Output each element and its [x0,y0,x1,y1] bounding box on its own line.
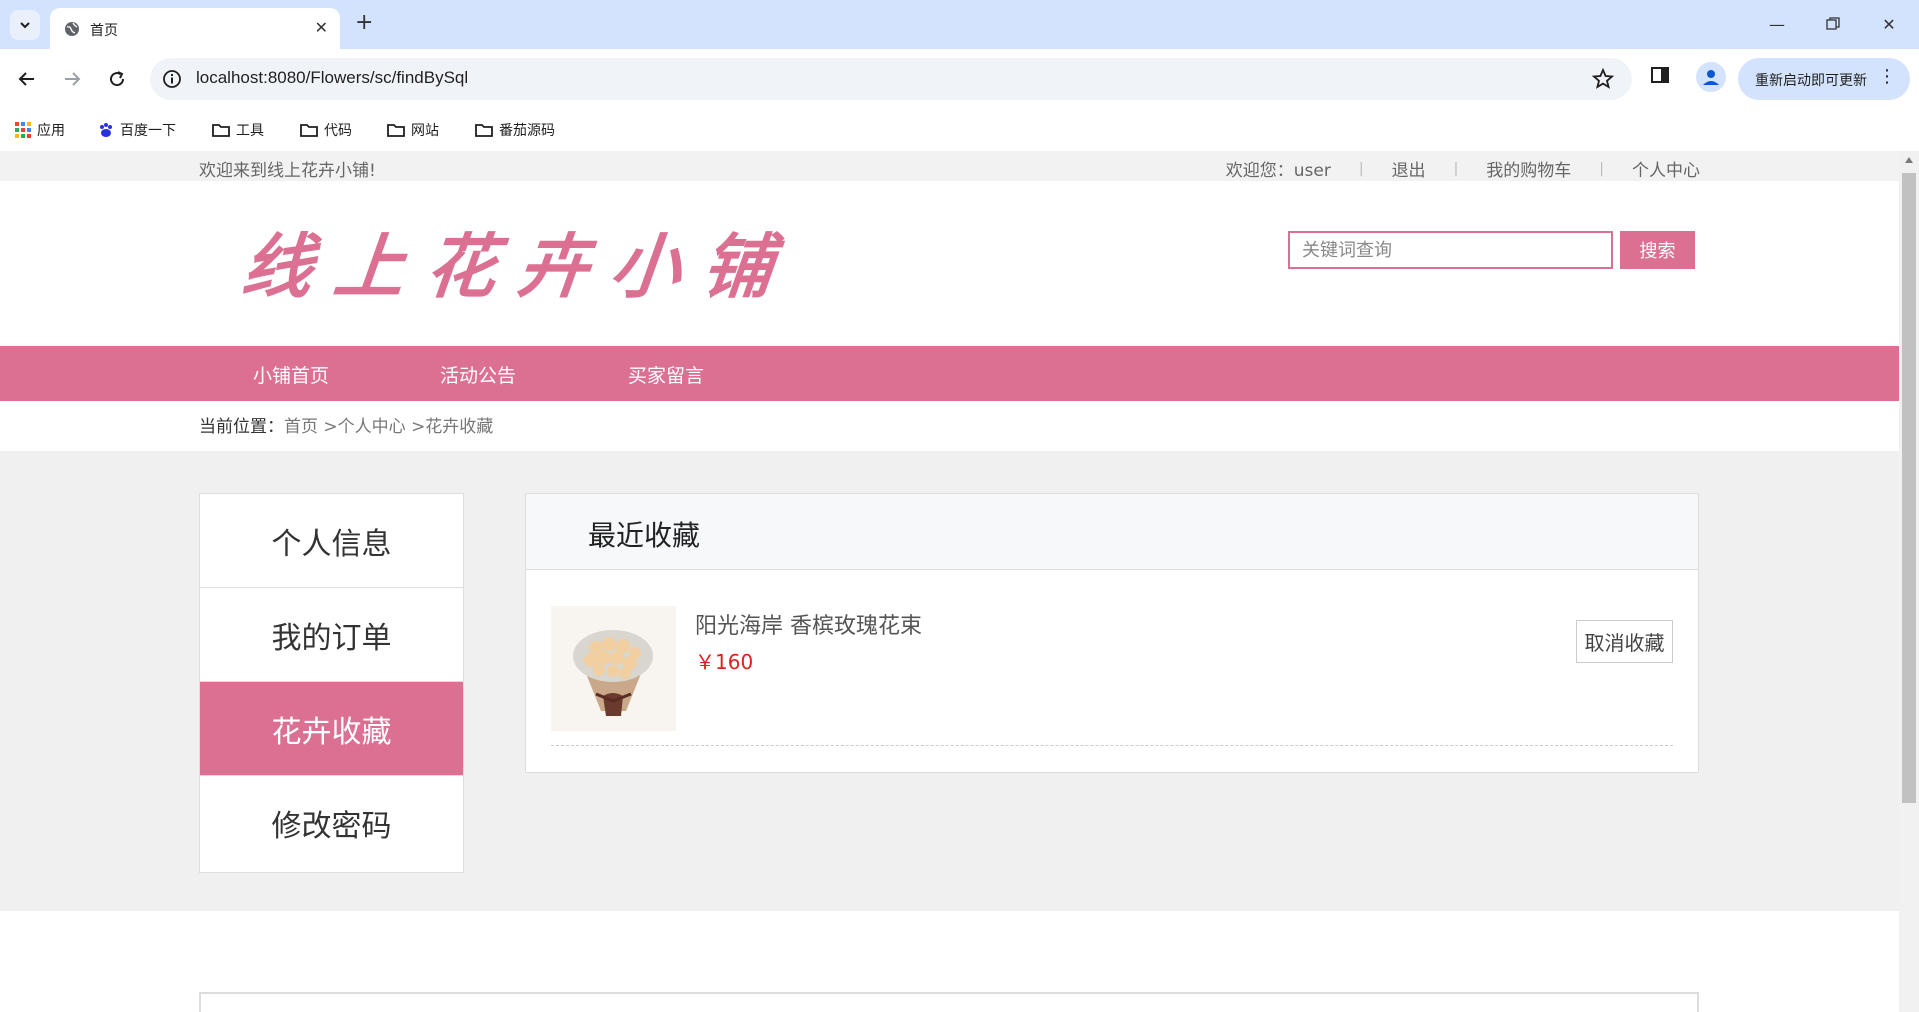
bookmark-label: 网站 [411,123,439,139]
breadcrumb-label: 当前位置： [199,417,284,437]
breadcrumb-home[interactable]: 首页 [284,417,318,437]
window-close-icon[interactable]: ✕ [1874,10,1904,38]
close-icon[interactable]: ✕ [315,18,328,37]
page-scrollbar[interactable] [1899,151,1919,1012]
search-input[interactable] [1290,233,1611,267]
profile-button[interactable] [1696,62,1726,92]
bookmark-label: 代码 [324,123,352,139]
bookmark-label: 百度一下 [120,123,176,139]
divider: | [1599,160,1604,177]
update-button-label: 重新启动即可更新 [1755,73,1867,89]
logout-link[interactable]: 退出 [1392,156,1426,181]
address-bar[interactable]: localhost:8080/Flowers/sc/findBySql [150,58,1632,100]
nav-item-home[interactable]: 小铺首页 [253,361,329,388]
product-price: ￥160 [695,650,754,674]
arrow-right-icon [65,72,81,86]
folder-icon [387,124,405,137]
bookmark-label: 工具 [236,123,264,139]
welcome-text: 欢迎来到线上花卉小铺! [199,161,376,181]
restore-icon[interactable] [1818,10,1848,38]
main-nav: 小铺首页 活动公告 买家留言 [0,346,1899,401]
content-area: 个人信息 我的订单 花卉收藏 修改密码 最近收藏 阳光海岸 香槟玫瑰花束 ￥16… [0,451,1899,911]
url-text[interactable]: localhost:8080/Flowers/sc/findBySql [196,68,468,88]
breadcrumb: 当前位置：首页 >个人中心 >花卉收藏 [199,412,493,437]
bookmark-folder-code[interactable]: 代码 [300,120,352,140]
cart-link[interactable]: 我的购物车 [1486,156,1571,181]
nav-item-messages[interactable]: 买家留言 [628,361,704,388]
favorites-panel: 最近收藏 阳光海岸 香槟玫瑰花束 ￥160 取消收藏 [525,493,1699,773]
bookmark-apps[interactable]: 应用 [15,120,65,140]
panel-header: 最近收藏 [526,494,1698,570]
chevron-down-icon [20,22,30,29]
browser-tab-bar: 首页 ✕ + — ✕ [0,0,1919,49]
browser-tab[interactable]: 首页 ✕ [50,8,340,49]
sidebar-item-profile-info[interactable]: 个人信息 [200,494,463,588]
bookmarks-bar: 应用 百度一下 工具 代码 网站 番茄源码 [0,109,1919,151]
nav-item-announcements[interactable]: 活动公告 [440,361,516,388]
site-header: 线上花卉小铺 搜索 [0,181,1899,336]
web-page: 欢迎来到线上花卉小铺! 欢迎您：user | 退出 | 我的购物车 | 个人中心… [0,151,1899,1012]
bookmark-folder-source[interactable]: 番茄源码 [475,120,555,140]
tab-search-button[interactable] [10,10,40,40]
sidebar-item-favorites[interactable]: 花卉收藏 [200,682,463,776]
cancel-favorite-button[interactable]: 取消收藏 [1576,620,1673,663]
folder-icon [475,124,493,137]
folder-icon [300,124,318,137]
reload-button[interactable] [101,63,133,95]
product-image[interactable] [551,606,676,731]
back-button[interactable] [11,63,43,95]
divider: | [1453,160,1459,177]
arrow-left-icon [18,72,34,86]
search-button[interactable]: 搜索 [1620,231,1695,269]
product-name[interactable]: 阳光海岸 香槟玫瑰花束 [695,608,922,640]
folder-icon [212,124,230,137]
divider [551,745,1673,746]
breadcrumb-center[interactable]: >个人中心 [323,417,405,437]
panel-title: 最近收藏 [588,519,701,552]
bookmark-folder-sites[interactable]: 网站 [387,120,439,140]
info-icon[interactable] [162,69,182,89]
scroll-thumb[interactable] [1902,173,1916,803]
top-info-bar: 欢迎来到线上花卉小铺! 欢迎您：user | 退出 | 我的购物车 | 个人中心 [0,151,1899,181]
user-links: 欢迎您：user | 退出 | 我的购物车 | 个人中心 [1225,156,1700,182]
breadcrumb-current: >花卉收藏 [411,417,494,437]
bookmark-baidu[interactable]: 百度一下 [98,120,176,140]
more-icon[interactable]: ⋮ [1878,66,1896,87]
user-greeting: 欢迎您：user [1225,161,1331,181]
bookmark-label: 番茄源码 [499,123,555,139]
globe-icon [65,22,79,36]
sidebar-item-orders[interactable]: 我的订单 [200,588,463,682]
star-icon[interactable] [1592,68,1614,90]
browser-toolbar: localhost:8080/Flowers/sc/findBySql 重新启动… [0,49,1919,109]
site-logo[interactable]: 线上花卉小铺 [238,211,801,312]
bookmark-label: 应用 [37,123,65,139]
reload-icon [110,71,125,87]
update-button[interactable]: 重新启动即可更新 ⋮ [1738,58,1910,100]
baidu-paw-icon [100,123,112,137]
bookmark-folder-tools[interactable]: 工具 [212,120,264,140]
sidebar-item-change-password[interactable]: 修改密码 [200,776,463,870]
divider: | [1358,160,1364,177]
avatar-icon [1703,70,1719,85]
forward-button[interactable] [56,63,88,95]
profile-link[interactable]: 个人中心 [1632,156,1700,181]
footer-box [199,992,1699,1012]
tab-title: 首页 [90,23,118,39]
user-sidebar: 个人信息 我的订单 花卉收藏 修改密码 [199,493,464,873]
side-panel-icon[interactable] [1650,65,1670,85]
apps-grid-icon [15,122,31,138]
scroll-up-arrow-icon[interactable] [1905,157,1913,163]
search-field [1288,231,1613,269]
minimize-icon[interactable]: — [1762,10,1792,38]
new-tab-button[interactable]: + [355,12,373,34]
